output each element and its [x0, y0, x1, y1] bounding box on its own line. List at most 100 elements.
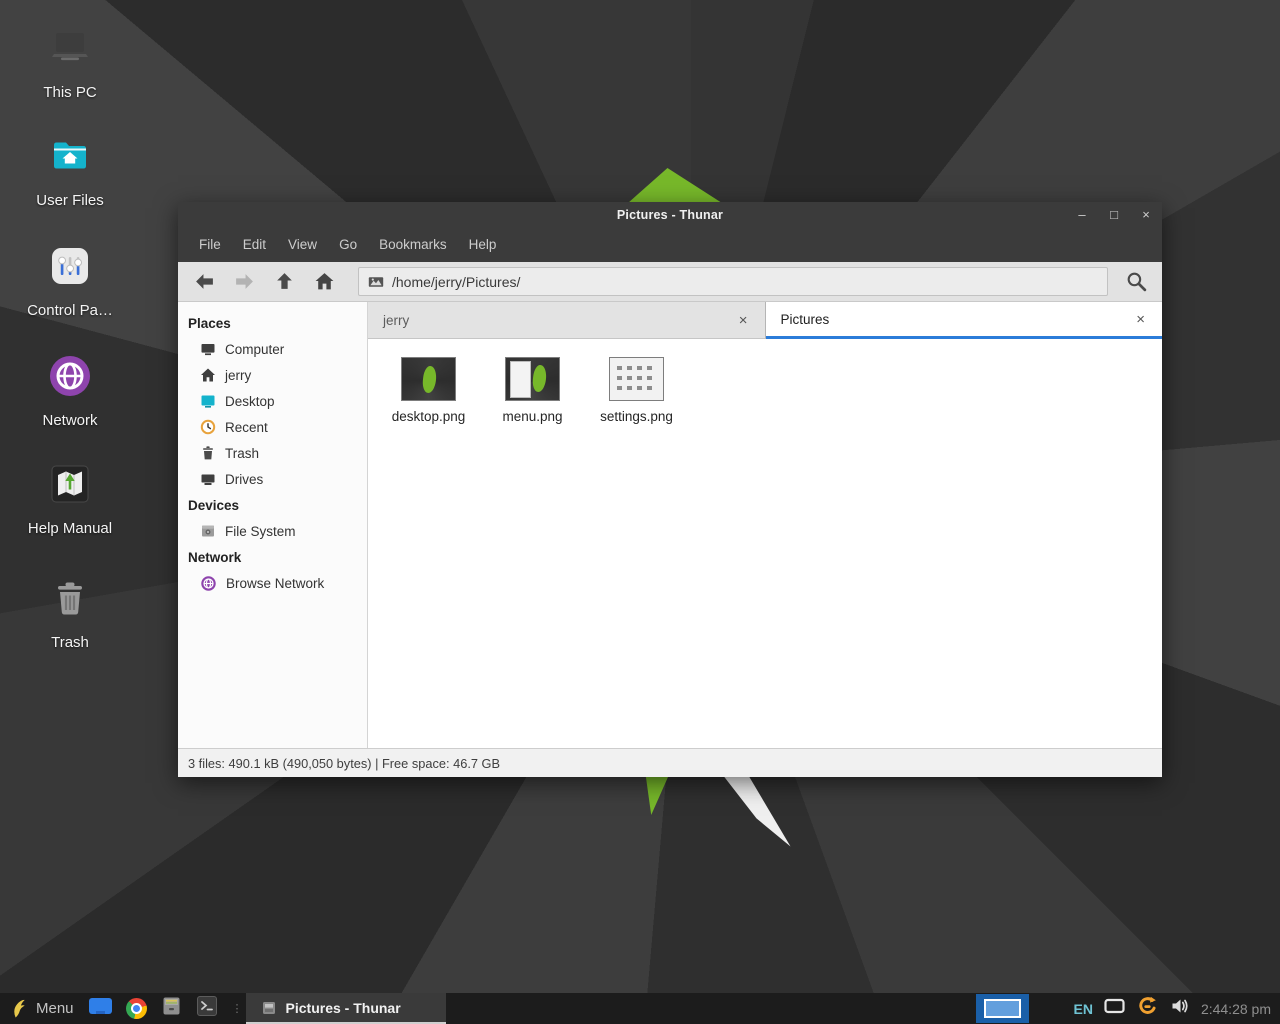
file-settings-png[interactable]: settings.png	[588, 357, 685, 424]
laptop-icon	[46, 24, 94, 72]
taskbar-window-button[interactable]: Pictures - Thunar	[246, 993, 446, 1024]
minimize-button[interactable]: –	[1066, 202, 1098, 228]
system-tray: EN 2:44:28 pm	[1073, 995, 1280, 1023]
file-desktop-png[interactable]: desktop.png	[380, 357, 477, 424]
sidebar-item-trash[interactable]: Trash	[178, 440, 367, 466]
home-folder-icon	[46, 132, 94, 180]
status-text: 3 files: 490.1 kB (490,050 bytes) | Free…	[188, 756, 500, 771]
sidebar: Places Computer jerry Desktop Recent Tra…	[178, 302, 368, 748]
tab-jerry[interactable]: jerry ×	[368, 302, 766, 339]
desktop-icon-label: Help Manual	[0, 520, 140, 537]
control-panel-icon	[46, 242, 94, 290]
search-icon	[1125, 270, 1148, 293]
menu-png-thumbnail	[505, 357, 560, 401]
workspace-switcher[interactable]	[976, 994, 1029, 1023]
toolbar: /home/jerry/Pictures/	[178, 262, 1162, 302]
thunar-window: Pictures - Thunar – □ × File Edit View G…	[178, 202, 1162, 777]
sidebar-item-file-system[interactable]: File System	[178, 518, 367, 544]
keyboard-layout-indicator[interactable]: EN	[1073, 1001, 1092, 1017]
statusbar: 3 files: 490.1 kB (490,050 bytes) | Free…	[178, 748, 1162, 777]
sidebar-item-desktop[interactable]: Desktop	[178, 388, 367, 414]
sidebar-item-drives[interactable]: Drives	[178, 466, 367, 492]
menubar: File Edit View Go Bookmarks Help	[178, 228, 1162, 262]
titlebar[interactable]: Pictures - Thunar – □ ×	[178, 202, 1162, 228]
linux-lite-logo-icon	[9, 998, 28, 1020]
back-button[interactable]	[184, 266, 224, 298]
window-title: Pictures - Thunar	[178, 208, 1162, 222]
desktop-icon-network[interactable]: Network	[0, 352, 140, 429]
desktop-icon-label: Network	[0, 412, 140, 429]
menu-help[interactable]: Help	[458, 228, 508, 262]
menu-view[interactable]: View	[277, 228, 328, 262]
sidebar-item-computer[interactable]: Computer	[178, 336, 367, 362]
wallpaper-green-shard-top	[628, 168, 722, 203]
sidebar-header-devices: Devices	[178, 492, 367, 518]
blue-window-icon	[88, 996, 113, 1017]
panel-handle[interactable]: ⋮	[224, 1002, 246, 1015]
desktop-icon-label: Control Pa…	[0, 302, 140, 319]
trash-icon	[46, 574, 94, 622]
tab-close-icon[interactable]: ×	[1134, 311, 1147, 328]
desktop-icon-label: Trash	[0, 634, 140, 651]
sidebar-item-browse-network[interactable]: Browse Network	[178, 570, 367, 597]
file-pane[interactable]: desktop.png menu.png settings.png	[368, 339, 1162, 748]
desktop-icon-trash[interactable]: Trash	[0, 574, 140, 651]
tab-close-icon[interactable]: ×	[737, 312, 750, 329]
network-globe-icon	[200, 575, 217, 592]
desktop-icon-label: User Files	[0, 192, 140, 209]
file-cabinet-icon	[160, 995, 183, 1017]
menu-bookmarks[interactable]: Bookmarks	[368, 228, 458, 262]
up-arrow-icon	[274, 271, 295, 292]
desktop-icon-help-manual[interactable]: Help Manual	[0, 460, 140, 537]
back-arrow-icon	[194, 271, 215, 292]
desktop-icon	[200, 393, 216, 409]
help-manual-icon	[46, 460, 94, 508]
clock[interactable]: 2:44:28 pm	[1201, 1001, 1271, 1017]
display-tray-icon[interactable]	[1104, 997, 1125, 1020]
picture-icon	[368, 274, 384, 290]
terminal-icon	[196, 995, 218, 1017]
home-icon	[200, 367, 216, 383]
search-button[interactable]	[1118, 266, 1154, 298]
sidebar-item-recent[interactable]: Recent	[178, 414, 367, 440]
tab-pictures[interactable]: Pictures ×	[766, 302, 1163, 339]
taskbar-window-label: Pictures - Thunar	[286, 1000, 401, 1016]
desktop-icon-this-pc[interactable]: This PC	[0, 24, 140, 101]
maximize-button[interactable]: □	[1098, 202, 1130, 228]
path-text: /home/jerry/Pictures/	[392, 274, 520, 290]
home-icon	[314, 271, 335, 292]
drives-icon	[200, 471, 216, 487]
home-button[interactable]	[304, 266, 344, 298]
files-launcher[interactable]	[88, 996, 113, 1022]
forward-button[interactable]	[224, 266, 264, 298]
menu-button-label: Menu	[36, 1000, 74, 1017]
menu-button[interactable]: Menu	[0, 993, 82, 1024]
archive-launcher[interactable]	[160, 995, 183, 1022]
active-workspace	[984, 999, 1021, 1018]
file-menu-png[interactable]: menu.png	[484, 357, 581, 424]
volume-icon[interactable]	[1170, 996, 1190, 1021]
close-button[interactable]: ×	[1130, 202, 1162, 228]
desktop-icon-label: This PC	[0, 84, 140, 101]
desktop-icon-user-files[interactable]: User Files	[0, 132, 140, 209]
sidebar-header-places: Places	[178, 310, 367, 336]
network-globe-icon	[46, 352, 94, 400]
up-button[interactable]	[264, 266, 304, 298]
tabbar: jerry × Pictures ×	[368, 302, 1162, 339]
menu-edit[interactable]: Edit	[232, 228, 277, 262]
computer-icon	[200, 341, 216, 357]
recent-clock-icon	[200, 419, 216, 435]
thunar-icon	[261, 1000, 277, 1016]
menu-go[interactable]: Go	[328, 228, 368, 262]
sidebar-item-jerry[interactable]: jerry	[178, 362, 367, 388]
wallpaper-green-shard-bottom	[644, 777, 668, 815]
terminal-launcher[interactable]	[196, 995, 218, 1022]
chrome-launcher[interactable]	[126, 998, 147, 1019]
taskbar: Menu ⋮ Pictures - Thunar EN 2:44:28 pm	[0, 993, 1280, 1024]
desktop-icon-control-panel[interactable]: Control Pa…	[0, 242, 140, 319]
sidebar-header-network: Network	[178, 544, 367, 570]
update-manager-icon[interactable]	[1136, 995, 1159, 1023]
forward-arrow-icon	[234, 271, 255, 292]
path-field[interactable]: /home/jerry/Pictures/	[358, 267, 1108, 296]
menu-file[interactable]: File	[188, 228, 232, 262]
